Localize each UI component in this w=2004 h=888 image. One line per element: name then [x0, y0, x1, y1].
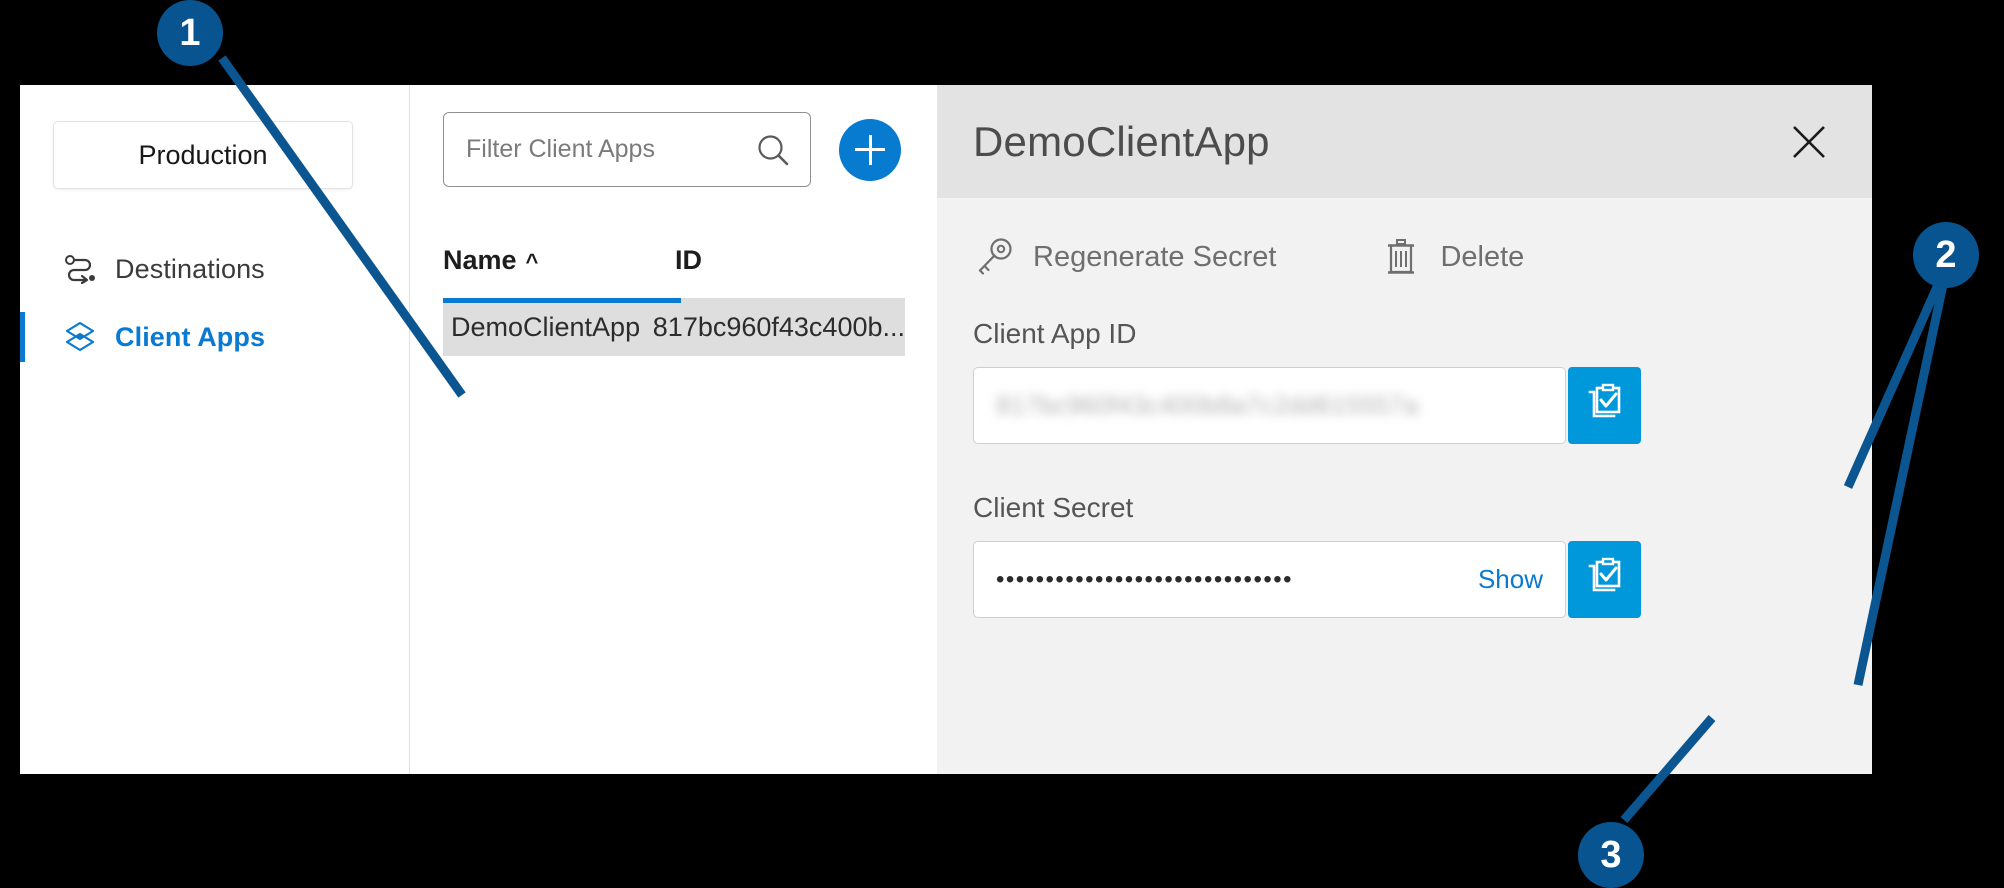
regenerate-secret-button[interactable]: Regenerate Secret [973, 236, 1276, 278]
sort-ascending-icon: ^ [526, 251, 539, 273]
clipboard-check-icon [1585, 383, 1625, 428]
callout-badge-1[interactable]: 1 [157, 0, 223, 66]
client-secret-field-block: Client Secret ••••••••••••••••••••••••••… [937, 492, 1872, 618]
column-header-name-label: Name [443, 245, 517, 276]
column-header-id[interactable]: ID [675, 245, 905, 276]
sidebar-item-destinations[interactable]: Destinations [20, 242, 409, 296]
client-app-id-label: Client App ID [973, 318, 1872, 350]
client-app-id-field-block: Client App ID 817bc960f43c400b8a7c2dd615… [937, 318, 1872, 444]
clipboard-check-icon [1585, 557, 1625, 602]
delete-label: Delete [1440, 241, 1524, 274]
filter-client-apps-field[interactable] [443, 112, 811, 187]
plus-icon [855, 135, 885, 165]
client-apps-table-body: DemoClientApp 817bc960f43c400b... [443, 298, 905, 356]
show-secret-link[interactable]: Show [1478, 564, 1543, 595]
copy-client-secret-button[interactable] [1568, 541, 1641, 618]
environment-selector-label: Production [138, 140, 267, 171]
detail-action-bar: Regenerate Secret Delete [937, 198, 1872, 278]
close-icon[interactable] [1786, 119, 1832, 165]
client-app-id-row: 817bc960f43c400b8a7c2dd615557a [973, 367, 1872, 444]
page-title: DemoClientApp [973, 118, 1270, 166]
callout-badge-3[interactable]: 3 [1578, 822, 1644, 888]
client-secret-value: •••••••••••••••••••••••••••••• [996, 566, 1464, 594]
column-header-name[interactable]: Name ^ [443, 245, 675, 276]
client-apps-table-header: Name ^ ID [443, 245, 905, 276]
route-icon [63, 252, 97, 286]
client-secret-row: •••••••••••••••••••••••••••••• Show [973, 541, 1872, 618]
regenerate-secret-label: Regenerate Secret [1033, 241, 1276, 274]
callout-badge-3-number: 3 [1600, 834, 1621, 877]
search-input[interactable] [466, 135, 756, 164]
client-secret-input[interactable]: •••••••••••••••••••••••••••••• Show [973, 541, 1566, 618]
filter-toolbar [443, 112, 901, 187]
cell-name: DemoClientApp [443, 312, 653, 343]
client-app-id-input[interactable]: 817bc960f43c400b8a7c2dd615557a [973, 367, 1566, 444]
client-app-detail-panel: DemoClientApp R [937, 85, 1872, 774]
callout-badge-1-number: 1 [179, 12, 200, 55]
table-row[interactable]: DemoClientApp 817bc960f43c400b... [443, 298, 905, 356]
search-icon[interactable] [756, 133, 790, 167]
column-header-id-label: ID [675, 245, 702, 275]
copy-client-app-id-button[interactable] [1568, 367, 1641, 444]
layers-icon [63, 320, 97, 354]
client-app-id-value: 817bc960f43c400b8a7c2dd615557a [996, 390, 1543, 421]
app-window: Production Destinations C [20, 85, 1872, 774]
trash-icon [1380, 236, 1422, 278]
sidebar-item-label: Client Apps [115, 322, 265, 353]
sidebar-item-label: Destinations [115, 254, 265, 285]
environment-selector-button[interactable]: Production [53, 121, 353, 189]
detail-panel-header: DemoClientApp [937, 85, 1872, 198]
sidebar: Production Destinations C [20, 85, 410, 774]
client-apps-list-column: Name ^ ID DemoClientApp 817bc960f43c400b… [410, 85, 937, 774]
delete-button[interactable]: Delete [1380, 236, 1524, 278]
client-secret-label: Client Secret [973, 492, 1872, 524]
key-icon [973, 236, 1015, 278]
callout-badge-2-number: 2 [1935, 234, 1956, 277]
cell-id: 817bc960f43c400b... [653, 312, 905, 343]
add-client-app-button[interactable] [839, 119, 901, 181]
sidebar-item-client-apps[interactable]: Client Apps [20, 310, 409, 364]
callout-badge-2[interactable]: 2 [1913, 222, 1979, 288]
